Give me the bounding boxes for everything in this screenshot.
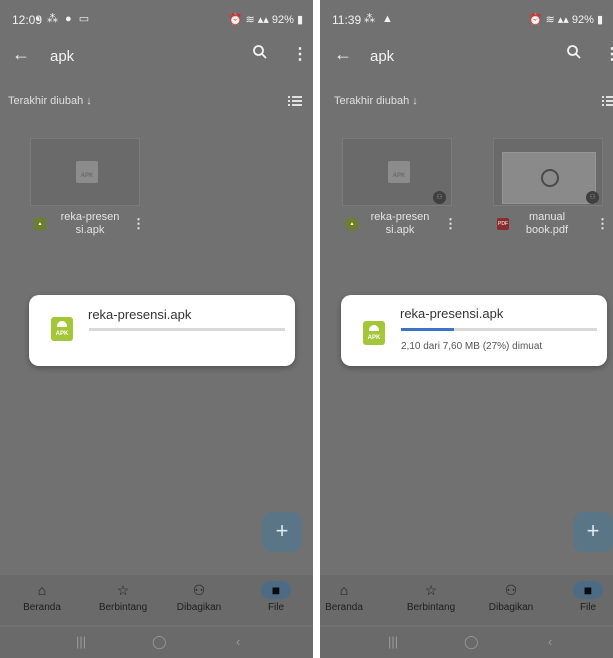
vertical-dots-icon[interactable]: ⋮: [604, 44, 613, 64]
nav-item-dibagikan[interactable]: ⚇ Dibagikan: [481, 575, 541, 625]
download-status-text: 2,10 dari 7,60 MB (27%) dimuat: [401, 341, 543, 352]
plus-icon: +: [586, 518, 600, 543]
pdf-preview: [502, 152, 596, 204]
download-progress-bar: [401, 328, 597, 331]
signal-icon: ⏰ ≋ ▴▴: [528, 14, 572, 26]
search-query[interactable]: apk: [50, 48, 74, 65]
sort-bar: Terakhir diubah ↓: [0, 95, 313, 115]
home-icon: ⌂: [339, 582, 349, 598]
status-bar: 12:09 ▪ ⁂ ● ▭ ⏰ ≋ ▴▴ 92% ▮: [0, 0, 313, 38]
apk-icon: APK: [51, 317, 73, 341]
apk-thumbnail-icon: APK: [76, 161, 98, 183]
signal-icon: ⏰ ≋ ▴▴: [228, 14, 272, 26]
status-bar: 11:39 ⁂ ▲ ⏰ ≋ ▴▴ 92% ▮: [320, 0, 613, 38]
seal-logo-icon: [541, 169, 559, 187]
vertical-dots-icon[interactable]: ⋮: [292, 44, 308, 64]
sort-button[interactable]: Terakhir diubah ↓: [8, 95, 92, 107]
file-more-icon[interactable]: ⋮: [444, 216, 457, 232]
pdf-file-icon: PDF: [497, 218, 509, 230]
status-time: 11:39: [332, 13, 362, 27]
plus-icon: +: [275, 518, 289, 543]
folder-icon: ■: [261, 581, 291, 599]
file-thumbnail[interactable]: ⚇: [493, 138, 603, 206]
nav-item-file[interactable]: ■ File: [558, 575, 613, 625]
bottom-nav: ⌂ Beranda ☆ Berbintang ⚇ Dibagikan ■ Fil…: [320, 575, 613, 625]
system-nav-bar: ||| ◯ ‹: [320, 627, 613, 658]
nav-item-file[interactable]: ■ File: [246, 575, 306, 625]
phone-screen-right: 11:39 ⁂ ▲ ⏰ ≋ ▴▴ 92% ▮ ← apk ⋮ Terakhir …: [320, 0, 613, 658]
people-icon: ⚇: [504, 582, 518, 598]
sort-bar: Terakhir diubah ↓: [320, 95, 613, 115]
dialog-file-name: reka-presensi.apk: [400, 306, 504, 321]
download-progress-fill: [401, 328, 454, 331]
shared-badge-icon: ⚇: [586, 191, 599, 204]
star-icon: ☆: [424, 582, 438, 598]
bottom-nav: ⌂ Beranda ☆ Berbintang ⚇ Dibagikan ■ Fil…: [0, 575, 313, 625]
recent-apps-icon[interactable]: |||: [76, 634, 86, 649]
apk-file-icon: ▲: [34, 218, 46, 230]
dialog-file-name: reka-presensi.apk: [88, 307, 192, 322]
list-view-icon[interactable]: [602, 95, 613, 110]
system-nav-bar: ||| ◯ ‹: [0, 627, 313, 658]
phone-screen-left: 12:09 ▪ ⁂ ● ▭ ⏰ ≋ ▴▴ 92% ▮ ← apk ⋮ Terak…: [0, 0, 313, 658]
nav-item-beranda[interactable]: ⌂ Beranda: [12, 575, 72, 625]
battery-icon: ▮: [593, 14, 603, 26]
search-query[interactable]: apk: [370, 48, 394, 65]
download-dialog: APK reka-presensi.apk: [29, 295, 295, 366]
file-thumbnail[interactable]: APK: [30, 138, 140, 206]
file-more-icon[interactable]: ⋮: [596, 216, 609, 232]
file-thumbnail[interactable]: APK ⚇: [342, 138, 452, 206]
search-icon[interactable]: [566, 44, 582, 65]
apk-file-icon: ▲: [346, 218, 358, 230]
status-battery: ⏰ ≋ ▴▴ 92% ▮: [528, 14, 603, 26]
apk-thumbnail-icon: APK: [388, 161, 410, 183]
notification-icons: ⁂ ▲: [364, 13, 395, 25]
nav-item-berbintang[interactable]: ☆ Berbintang: [93, 575, 153, 625]
status-battery: ⏰ ≋ ▴▴ 92% ▮: [228, 14, 303, 26]
apk-icon: APK: [363, 321, 385, 345]
nav-item-beranda[interactable]: ⌂ Beranda: [320, 575, 374, 625]
add-fab[interactable]: +: [262, 512, 302, 552]
download-dialog: APK reka-presensi.apk 2,10 dari 7,60 MB …: [341, 295, 607, 366]
home-button-icon[interactable]: ◯: [152, 634, 167, 650]
arrow-left-icon[interactable]: ←: [334, 44, 352, 65]
home-icon: ⌂: [37, 582, 47, 598]
screenshot-divider: [313, 0, 320, 658]
nav-item-berbintang[interactable]: ☆ Berbintang: [401, 575, 461, 625]
file-name[interactable]: reka-presen si.apk: [54, 211, 126, 237]
nav-item-dibagikan[interactable]: ⚇ Dibagikan: [169, 575, 229, 625]
back-button-icon[interactable]: ‹: [236, 634, 240, 649]
recent-apps-icon[interactable]: |||: [388, 634, 398, 649]
search-icon[interactable]: [252, 44, 268, 65]
sort-button[interactable]: Terakhir diubah ↓: [334, 95, 418, 107]
file-name[interactable]: reka-presen si.apk: [364, 211, 436, 237]
arrow-left-icon[interactable]: ←: [12, 44, 30, 65]
back-button-icon[interactable]: ‹: [548, 634, 552, 649]
shared-badge-icon: ⚇: [433, 191, 446, 204]
folder-icon: ■: [573, 581, 603, 599]
file-more-icon[interactable]: ⋮: [132, 216, 145, 232]
home-button-icon[interactable]: ◯: [464, 634, 479, 650]
star-icon: ☆: [116, 582, 130, 598]
download-progress-bar: [89, 328, 285, 331]
app-bar: ← apk ⋮: [320, 38, 613, 78]
notification-icons: ▪ ⁂ ● ▭: [36, 13, 92, 25]
add-fab[interactable]: +: [573, 512, 613, 552]
people-icon: ⚇: [192, 582, 206, 598]
list-view-icon[interactable]: [288, 95, 302, 110]
file-name[interactable]: manual book.pdf: [516, 211, 578, 237]
battery-icon: ▮: [293, 14, 303, 26]
app-bar: ← apk ⋮: [0, 38, 313, 78]
